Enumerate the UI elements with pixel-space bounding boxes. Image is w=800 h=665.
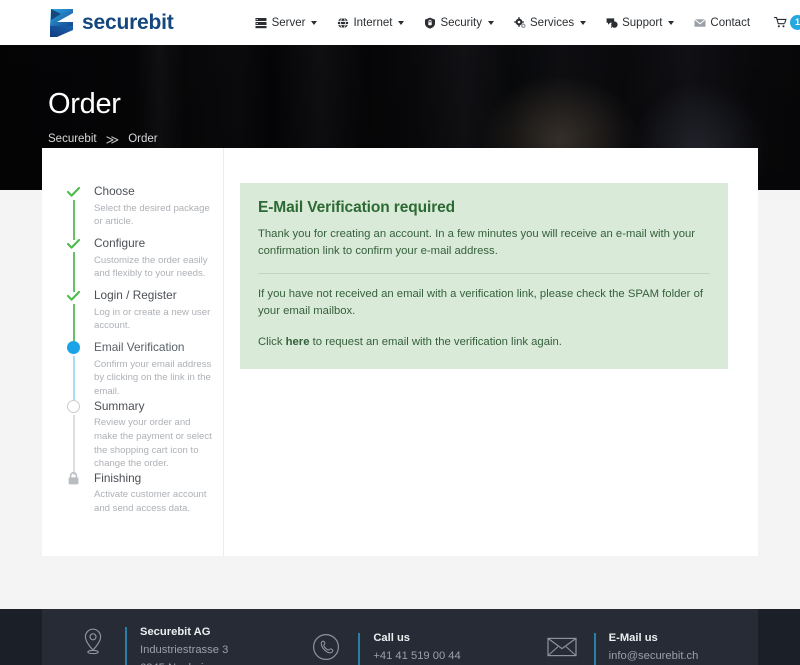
alert-paragraph-3: Click here to request an email with the … xyxy=(258,334,710,351)
footer-accent-bar xyxy=(125,627,127,665)
site-footer: Securebit AG Industriestrasse 3 6345 Neu… xyxy=(0,609,800,665)
nav-item-services[interactable]: Services xyxy=(513,16,587,29)
alert-paragraph-2: If you have not received an email with a… xyxy=(258,288,703,318)
nav-label-internet: Internet xyxy=(353,16,393,29)
step-finishing: Finishing Activate customer account and … xyxy=(66,471,223,516)
step-configure[interactable]: Configure Customize the order easily and… xyxy=(66,236,223,292)
nav-item-server[interactable]: Server xyxy=(255,16,318,29)
footer-line-1: Industriestrasse 3 xyxy=(140,644,229,657)
step-description: Customize the order easily and flexibly … xyxy=(94,254,208,280)
alert-heading: E-Mail Verification required xyxy=(258,199,456,216)
main-content: E-Mail Verification required Thank you f… xyxy=(224,148,758,556)
check-icon xyxy=(66,184,81,199)
nav-label-contact: Contact xyxy=(710,16,751,29)
footer-accent-bar xyxy=(358,633,361,665)
step-description: Review your order and make the payment o… xyxy=(94,417,212,470)
step-title: Configure xyxy=(94,236,146,250)
footer-line-2: 6345 Neuheim xyxy=(140,660,228,665)
step-title: Email Verification xyxy=(94,340,185,354)
step-email-verification[interactable]: Email Verification Confirm your email ad… xyxy=(66,340,223,403)
nav-item-internet[interactable]: Internet xyxy=(336,16,405,29)
step-connector xyxy=(73,414,75,475)
nav-item-support[interactable]: Support xyxy=(605,16,675,29)
order-stepper: Choose Select the desired package or art… xyxy=(42,148,224,556)
step-login-register[interactable]: Login / Register Log in or create a new … xyxy=(66,288,223,344)
step-title: Summary xyxy=(94,398,145,413)
securebit-z-logo-icon xyxy=(48,8,74,38)
chevron-down-icon xyxy=(580,20,587,25)
footer-line-1[interactable]: info@securebit.ch xyxy=(609,648,699,665)
step-description: Select the desired package or article. xyxy=(94,202,210,228)
page-body: Choose Select the desired package or art… xyxy=(0,148,800,609)
step-title: Choose xyxy=(94,184,135,198)
page-title: Order xyxy=(48,88,121,120)
footer-title: Call us xyxy=(373,632,411,644)
step-description: Log in or create a new user account. xyxy=(94,306,211,332)
chevron-down-icon xyxy=(668,20,675,25)
resend-verification-link[interactable]: here xyxy=(286,336,310,348)
step-title: Finishing xyxy=(94,470,142,485)
footer-contact-band: Securebit AG Industriestrasse 3 6345 Neu… xyxy=(42,609,758,665)
chevron-down-icon xyxy=(311,20,318,25)
step-connector xyxy=(73,200,75,240)
breadcrumb-current: Order xyxy=(128,133,158,146)
shield-lock-icon xyxy=(423,16,436,29)
alert-p3-before: Click xyxy=(258,335,286,348)
step-summary[interactable]: Summary Review your order and make the p… xyxy=(66,398,223,475)
shopping-cart-icon xyxy=(774,16,787,29)
step-connector xyxy=(73,252,75,292)
alert-divider xyxy=(258,273,710,275)
cart-count-badge: 1 xyxy=(790,15,800,30)
footer-title: Securebit AG xyxy=(140,626,211,639)
email-verification-alert: E-Mail Verification required Thank you f… xyxy=(240,183,728,369)
step-connector xyxy=(73,356,75,403)
step-choose[interactable]: Choose Select the desired package or art… xyxy=(66,184,223,240)
nav-label-server: Server xyxy=(271,16,306,29)
nav-label-security: Security xyxy=(440,16,482,29)
gears-icon xyxy=(513,16,526,29)
footer-accent-bar xyxy=(593,633,596,665)
footer-line-1[interactable]: +41 41 519 00 44 xyxy=(373,648,460,665)
alert-paragraph-1: Thank you for creating an account. In a … xyxy=(258,228,696,258)
globe-icon xyxy=(336,16,349,29)
check-icon xyxy=(66,236,81,251)
empty-circle-icon xyxy=(66,399,81,414)
nav-item-contact[interactable]: Contact xyxy=(693,16,750,29)
lock-icon xyxy=(66,471,81,486)
step-description: Activate customer account and send acces… xyxy=(94,489,207,515)
chat-bubbles-icon xyxy=(605,16,618,29)
step-connector xyxy=(73,304,75,344)
chevron-down-icon xyxy=(488,20,494,25)
cart-button[interactable]: 1 xyxy=(774,15,800,30)
step-description: Confirm your email address by clicking o… xyxy=(94,358,212,397)
footer-title: E-Mail us xyxy=(608,632,658,644)
breadcrumb: Securebit ≫ Order xyxy=(48,133,800,146)
nav-label-support: Support xyxy=(622,16,663,29)
phone-icon xyxy=(311,632,341,662)
footer-column-phone: Call us +41 41 519 00 44 xyxy=(289,631,522,665)
breadcrumb-home[interactable]: Securebit xyxy=(48,133,97,145)
location-pin-icon xyxy=(78,626,108,656)
breadcrumb-separator-icon: ≫ xyxy=(105,131,120,147)
filled-dot-icon xyxy=(66,340,81,355)
footer-column-email: E-Mail us info@securebit.ch xyxy=(523,631,758,665)
check-icon xyxy=(66,288,81,303)
step-title: Login / Register xyxy=(94,288,177,302)
server-rack-icon xyxy=(255,16,268,29)
footer-column-address: Securebit AG Industriestrasse 3 6345 Neu… xyxy=(42,625,289,665)
logo-link[interactable]: securebit xyxy=(48,8,174,38)
envelope-icon xyxy=(693,16,706,29)
alert-p3-after: to request an email with the verificatio… xyxy=(309,335,562,348)
chevron-down-icon xyxy=(398,20,405,25)
nav-label-services: Services xyxy=(530,16,575,29)
main-nav: Server Internet Security Services Suppor… xyxy=(255,15,800,30)
logo-wordmark: securebit xyxy=(82,10,174,34)
site-header: securebit Server Internet Security Servi… xyxy=(0,0,800,45)
envelope-icon xyxy=(547,632,577,662)
content-card: Choose Select the desired package or art… xyxy=(42,148,758,556)
nav-item-security[interactable]: Security xyxy=(423,16,494,29)
